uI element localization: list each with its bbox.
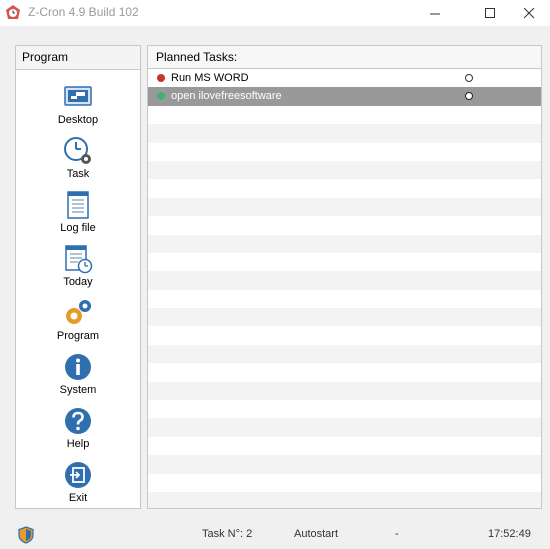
empty-task-row bbox=[148, 197, 541, 217]
autostart-status: Autostart bbox=[294, 528, 339, 540]
empty-task-row bbox=[148, 308, 541, 327]
status-separator: - bbox=[395, 528, 399, 540]
task-name: open ilovefreesoftware bbox=[171, 90, 282, 103]
empty-task-row bbox=[148, 363, 541, 382]
sidebar: Program Desktop Task Log file Today Prog… bbox=[15, 45, 141, 509]
sidebar-item-exit[interactable]: Exit bbox=[16, 460, 140, 512]
sidebar-item-label: Help bbox=[66, 438, 90, 450]
planned-tasks-header: Planned Tasks: bbox=[148, 46, 541, 69]
empty-task-row bbox=[148, 473, 541, 492]
window-title: Z-Cron 4.9 Build 102 bbox=[28, 5, 139, 19]
task-name: Run MS WORD bbox=[171, 72, 249, 84]
exit-icon bbox=[65, 462, 91, 488]
empty-task-row bbox=[148, 418, 541, 437]
empty-task-row bbox=[148, 455, 541, 474]
task-list: Run MS WORD open ilovefreesoftware bbox=[148, 69, 541, 508]
status-dot-icon bbox=[157, 92, 165, 101]
task-row[interactable]: Run MS WORD bbox=[148, 69, 541, 88]
task-count: Task N°: 2 bbox=[202, 528, 253, 540]
sidebar-item-today[interactable]: Today bbox=[16, 244, 140, 296]
close-icon bbox=[523, 7, 534, 18]
sidebar-header: Program bbox=[16, 46, 140, 70]
empty-task-row bbox=[148, 436, 541, 456]
empty-task-row bbox=[148, 142, 541, 161]
empty-task-row bbox=[148, 216, 541, 235]
status-bar: Task N°: 2 Autostart - 17:52:49 bbox=[0, 520, 550, 549]
empty-task-row bbox=[148, 381, 541, 401]
sidebar-item-label: Today bbox=[63, 276, 93, 288]
task-option-circle[interactable] bbox=[465, 74, 473, 82]
empty-task-row bbox=[148, 124, 541, 143]
sidebar-item-log-file[interactable]: Log file bbox=[16, 190, 140, 242]
task-row[interactable]: open ilovefreesoftware bbox=[148, 87, 541, 106]
sidebar-item-desktop[interactable]: Desktop bbox=[16, 82, 140, 134]
planned-tasks-panel: Planned Tasks: Run MS WORD open ilovefre… bbox=[147, 45, 542, 509]
empty-task-row bbox=[148, 271, 541, 290]
title-bar: Z-Cron 4.9 Build 102 bbox=[0, 0, 550, 26]
sidebar-item-label: Desktop bbox=[57, 114, 99, 126]
z-cron-app-icon bbox=[6, 5, 20, 19]
empty-task-row bbox=[148, 326, 541, 345]
clock-gear-icon bbox=[64, 137, 91, 164]
empty-task-row bbox=[148, 252, 541, 272]
empty-task-row bbox=[148, 234, 541, 253]
empty-task-row bbox=[148, 344, 541, 364]
close-button[interactable] bbox=[506, 0, 550, 26]
task-option-circle[interactable] bbox=[465, 92, 473, 101]
sidebar-item-label: System bbox=[59, 384, 97, 396]
sidebar-item-label: Task bbox=[66, 168, 90, 180]
document-icon bbox=[67, 191, 89, 219]
sidebar-item-label: Exit bbox=[68, 492, 88, 504]
sidebar-item-help[interactable]: Help bbox=[16, 406, 140, 458]
minimize-icon bbox=[429, 13, 440, 14]
sidebar-item-label: Program bbox=[56, 330, 100, 342]
help-icon bbox=[65, 408, 91, 434]
sidebar-item-system[interactable]: System bbox=[16, 352, 140, 404]
clock-time: 17:52:49 bbox=[488, 528, 531, 540]
sidebar-item-task[interactable]: Task bbox=[16, 136, 140, 188]
empty-task-row bbox=[148, 289, 541, 309]
sidebar-item-label: Log file bbox=[60, 222, 96, 234]
maximize-icon bbox=[484, 7, 495, 18]
empty-task-row bbox=[148, 105, 541, 125]
gears-icon bbox=[66, 300, 91, 324]
info-icon bbox=[65, 354, 91, 380]
desktop-icon bbox=[64, 86, 92, 106]
calendar-clock-icon bbox=[65, 245, 93, 274]
empty-task-row bbox=[148, 160, 541, 180]
empty-task-row bbox=[148, 400, 541, 419]
minimize-button[interactable] bbox=[412, 0, 458, 26]
empty-task-row bbox=[148, 491, 541, 508]
sidebar-item-program[interactable]: Program bbox=[16, 298, 140, 350]
status-dot-icon bbox=[157, 74, 165, 82]
shield-icon bbox=[18, 526, 34, 544]
empty-task-row bbox=[148, 179, 541, 198]
